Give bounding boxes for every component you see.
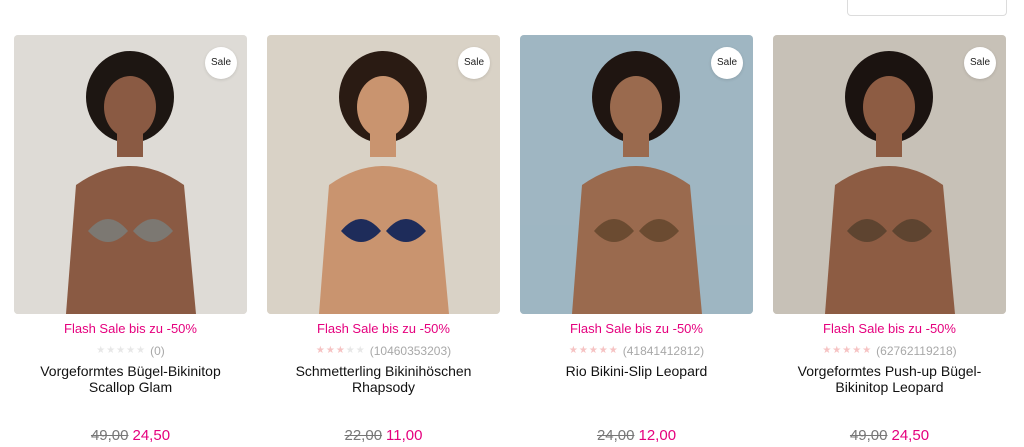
price: 22,00 11,00 <box>267 427 500 444</box>
sale-price: 24,50 <box>132 427 171 444</box>
product-title[interactable]: Vorgeformtes Bügel-Bikinitop Scallop Gla… <box>20 363 241 395</box>
flash-sale-label: Flash Sale bis zu -50% <box>823 321 956 336</box>
product-title[interactable]: Vorgeformtes Push-up Bügel-Bikinitop Leo… <box>779 363 1000 395</box>
price: 49,00 24,50 <box>773 427 1006 444</box>
sale-badge: Sale <box>205 47 237 79</box>
rating: ★★★★★ (0) <box>14 343 247 358</box>
sale-price: 12,00 <box>638 427 677 444</box>
flash-sale-label: Flash Sale bis zu -50% <box>317 321 450 336</box>
product-card[interactable]: Sale Flash Sale bis zu -50% ★★★★★ (627621… <box>773 35 1006 447</box>
sale-price: 24,50 <box>891 427 930 444</box>
product-card[interactable]: Sale Flash Sale bis zu -50% ★★★★★ (418414… <box>520 35 753 447</box>
sort-dropdown[interactable] <box>847 0 1007 16</box>
old-price: 24,00 <box>596 427 635 444</box>
sale-badge: Sale <box>964 47 996 79</box>
product-title[interactable]: Rio Bikini-Slip Leopard <box>526 363 747 379</box>
star-rating-icon: ★★★★★ <box>96 345 147 357</box>
review-count: (10460353203) <box>369 343 452 358</box>
old-price: 22,00 <box>344 427 383 444</box>
flash-sale-label: Flash Sale bis zu -50% <box>570 321 703 336</box>
star-rating-icon: ★★★★★ <box>822 345 873 357</box>
flash-sale-label: Flash Sale bis zu -50% <box>64 321 197 336</box>
review-count: (0) <box>150 343 165 358</box>
price: 49,00 24,50 <box>14 427 247 444</box>
rating: ★★★★★ (41841412812) <box>520 343 753 358</box>
product-card[interactable]: Sale Flash Sale bis zu -50% ★★★★★ (0) Vor… <box>14 35 247 447</box>
sale-price: 11,00 <box>386 427 423 444</box>
sale-badge: Sale <box>711 47 743 79</box>
star-rating-icon: ★★★★★ <box>315 345 366 357</box>
review-count: (41841412812) <box>622 343 705 358</box>
product-title[interactable]: Schmetterling Bikinihöschen Rhapsody <box>273 363 494 395</box>
star-rating-icon: ★★★★★ <box>568 345 619 357</box>
price: 24,00 12,00 <box>520 427 753 444</box>
review-count: (62762119218) <box>876 343 957 358</box>
rating: ★★★★★ (62762119218) <box>773 343 1006 358</box>
product-grid: Sale Flash Sale bis zu -50% ★★★★★ (0) Vor… <box>14 35 1006 447</box>
old-price: 49,00 <box>90 427 129 444</box>
old-price: 49,00 <box>849 427 888 444</box>
sale-badge: Sale <box>458 47 490 79</box>
rating: ★★★★★ (10460353203) <box>267 343 500 358</box>
product-card[interactable]: Sale Flash Sale bis zu -50% ★★★★★ (104603… <box>267 35 500 447</box>
